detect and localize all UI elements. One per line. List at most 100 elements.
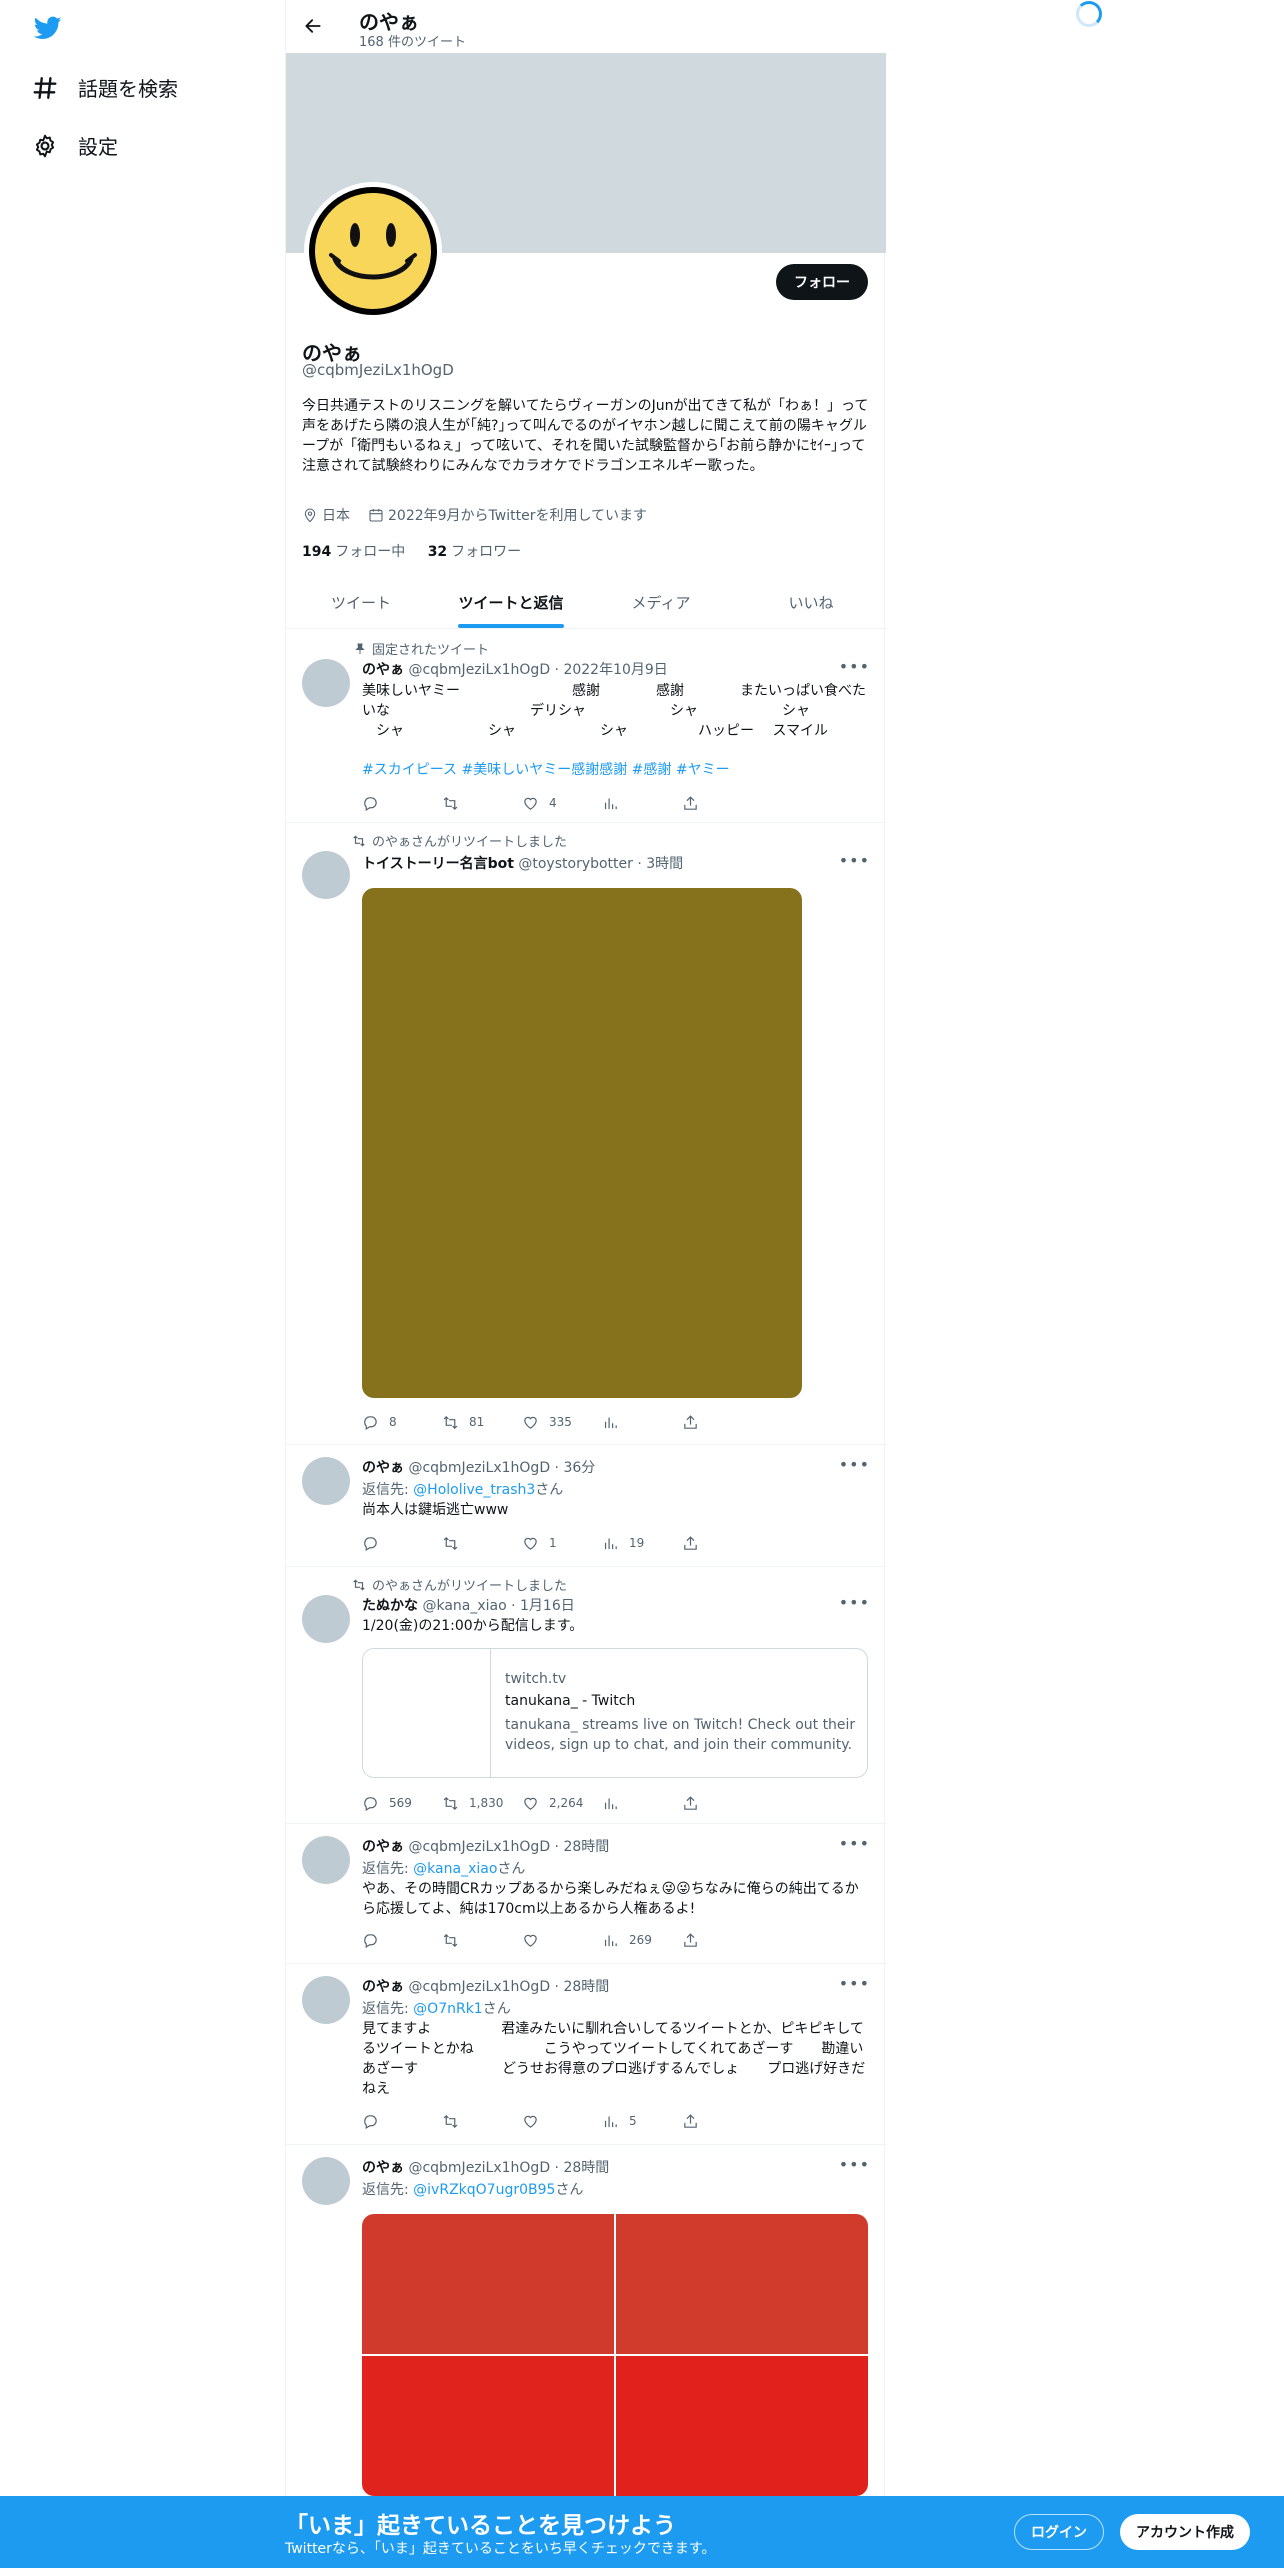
views-button[interactable]: 5 bbox=[602, 2113, 682, 2130]
more-options-icon[interactable]: ••• bbox=[839, 1593, 870, 1612]
twitter-logo-icon[interactable] bbox=[32, 14, 64, 42]
reply-to-link[interactable]: @kana_xiao bbox=[413, 1861, 497, 1877]
reply-button[interactable]: 569 bbox=[362, 1795, 442, 1812]
like-count: 335 bbox=[549, 1415, 572, 1429]
reply-to-link[interactable]: @ivRZkqO7ugr0B95 bbox=[413, 2182, 555, 2198]
like-button[interactable] bbox=[522, 2113, 602, 2130]
tweet-author-name[interactable]: のやぁ bbox=[362, 1460, 404, 1476]
following-link[interactable]: 194 フォロー中 bbox=[302, 544, 405, 560]
more-options-icon[interactable]: ••• bbox=[839, 2155, 870, 2174]
more-options-icon[interactable]: ••• bbox=[839, 657, 870, 676]
tweet[interactable]: のやぁ @cqbmJeziLx1hOgD · 28時間 ••• 返信先: @iv… bbox=[286, 2145, 886, 2505]
like-button[interactable]: 4 bbox=[522, 795, 602, 812]
tweet-count: 168 件のツイート bbox=[359, 35, 466, 50]
like-button[interactable]: 335 bbox=[522, 1414, 602, 1431]
tweet-actions: 569 1,830 2,264 bbox=[362, 1793, 802, 1813]
heart-icon bbox=[524, 2115, 537, 2128]
retweet-button[interactable]: 1,830 bbox=[442, 1795, 522, 1812]
share-icon bbox=[684, 1414, 697, 1429]
reply-prefix: 返信先: bbox=[362, 2182, 414, 2198]
tweet[interactable]: のやぁ @cqbmJeziLx1hOgD · 36分 ••• 返信先: @Hol… bbox=[286, 1445, 886, 1567]
following-label: フォロー中 bbox=[335, 544, 406, 560]
link-card[interactable]: twitch.tv tanukana_ - Twitch tanukana_ s… bbox=[362, 1648, 868, 1778]
tweet-image[interactable] bbox=[616, 2214, 868, 2354]
tab-tweets[interactable]: ツイート bbox=[286, 576, 436, 628]
like-count: 4 bbox=[549, 796, 557, 810]
tab-likes[interactable]: いいね bbox=[736, 576, 886, 628]
tweet-hashtags[interactable]: #スカイピース #美味しいヤミー感謝感謝 #感謝 #ヤミー bbox=[362, 759, 730, 779]
avatar[interactable] bbox=[302, 1457, 350, 1505]
profile-location: 日本 bbox=[322, 508, 350, 524]
tweet-image[interactable] bbox=[616, 2356, 868, 2496]
pin-icon bbox=[355, 643, 365, 654]
avatar[interactable] bbox=[302, 1595, 350, 1643]
tweet[interactable]: のやぁ @cqbmJeziLx1hOgD · 28時間 ••• 返信先: @O7… bbox=[286, 1964, 886, 2145]
reply-button[interactable] bbox=[362, 795, 442, 812]
like-button[interactable] bbox=[522, 1932, 602, 1949]
followers-link[interactable]: 32 フォロワー bbox=[428, 544, 521, 560]
reply-to-line: 返信先: @ivRZkqO7ugr0B95さん bbox=[362, 2179, 583, 2199]
tweet[interactable]: のやぁさんがリツイートしました たぬかな @kana_xiao · 1月16日 … bbox=[286, 1567, 886, 1824]
retweet-button[interactable]: 81 bbox=[442, 1414, 522, 1431]
tweet-author-name[interactable]: たぬかな bbox=[362, 1598, 418, 1614]
login-button[interactable]: ログイン bbox=[1014, 2514, 1104, 2550]
avatar[interactable] bbox=[302, 851, 350, 899]
tweet-text: やあ、その時間CRカップあるから楽しみだねぇ😜😜ちなみに俺らの純出てるから応援し… bbox=[362, 1881, 859, 1917]
share-button[interactable] bbox=[682, 1535, 709, 1552]
avatar[interactable] bbox=[302, 659, 350, 707]
tweet-image[interactable] bbox=[362, 2356, 614, 2496]
retweet-button[interactable] bbox=[442, 2113, 522, 2130]
views-button[interactable] bbox=[602, 795, 682, 812]
more-options-icon[interactable]: ••• bbox=[839, 1455, 870, 1474]
tweet-author-name[interactable]: のやぁ bbox=[362, 1979, 404, 1995]
avatar[interactable] bbox=[302, 2157, 350, 2205]
signup-button[interactable]: アカウント作成 bbox=[1120, 2514, 1250, 2550]
tweet[interactable]: のやぁさんがリツイートしました トイストーリー名言bot @toystorybo… bbox=[286, 823, 886, 1445]
views-button[interactable] bbox=[602, 1795, 682, 1812]
share-button[interactable] bbox=[682, 1414, 709, 1431]
reply-button[interactable]: 8 bbox=[362, 1414, 442, 1431]
tweet-image[interactable] bbox=[362, 888, 802, 1398]
retweet-button[interactable] bbox=[442, 1932, 522, 1949]
follow-button[interactable]: フォロー bbox=[776, 264, 868, 300]
reply-button[interactable] bbox=[362, 1535, 442, 1552]
more-options-icon[interactable]: ••• bbox=[839, 1834, 870, 1853]
tweet-image[interactable] bbox=[362, 2214, 614, 2354]
back-button[interactable] bbox=[298, 11, 328, 41]
tab-tweets-and-replies[interactable]: ツイートと返信 bbox=[436, 576, 586, 628]
reply-to-link[interactable]: @Hololive_trash3 bbox=[413, 1482, 535, 1498]
more-options-icon[interactable]: ••• bbox=[839, 1974, 870, 1993]
profile-avatar[interactable] bbox=[304, 182, 442, 320]
views-button[interactable]: 269 bbox=[602, 1932, 682, 1949]
tweet[interactable]: のやぁ @cqbmJeziLx1hOgD · 28時間 ••• 返信先: @ka… bbox=[286, 1824, 886, 1964]
sidebar-item-explore[interactable]: 話題を検索 bbox=[32, 73, 178, 102]
tweet-context-label: のやぁさんがリツイートしました bbox=[372, 1579, 568, 1594]
share-button[interactable] bbox=[682, 1932, 709, 1949]
tab-media[interactable]: メディア bbox=[586, 576, 736, 628]
reply-to-link[interactable]: @O7nRk1 bbox=[413, 2001, 483, 2017]
sidebar-item-settings[interactable]: 設定 bbox=[32, 131, 118, 160]
views-button[interactable]: 19 bbox=[602, 1535, 682, 1552]
like-button[interactable]: 1 bbox=[522, 1535, 602, 1552]
more-options-icon[interactable]: ••• bbox=[839, 851, 870, 870]
tweet-header: たぬかな @kana_xiao · 1月16日 bbox=[362, 1595, 575, 1615]
share-button[interactable] bbox=[682, 1795, 709, 1812]
retweet-button[interactable] bbox=[442, 795, 522, 812]
reply-button[interactable] bbox=[362, 2113, 442, 2130]
tweet-author-name[interactable]: のやぁ bbox=[362, 662, 404, 678]
avatar[interactable] bbox=[302, 1836, 350, 1884]
share-button[interactable] bbox=[682, 795, 709, 812]
share-icon bbox=[684, 1535, 697, 1550]
link-card-title: tanukana_ - Twitch bbox=[505, 1693, 636, 1709]
tweet-author-meta: @cqbmJeziLx1hOgD · 36分 bbox=[408, 1460, 596, 1476]
share-button[interactable] bbox=[682, 2113, 709, 2130]
tweet[interactable]: 固定されたツイート のやぁ @cqbmJeziLx1hOgD · 2022年10… bbox=[286, 629, 886, 823]
avatar[interactable] bbox=[302, 1976, 350, 2024]
tweet-author-name[interactable]: のやぁ bbox=[362, 1839, 404, 1855]
like-button[interactable]: 2,264 bbox=[522, 1795, 602, 1812]
tweet-author-name[interactable]: のやぁ bbox=[362, 2160, 404, 2176]
retweet-button[interactable] bbox=[442, 1535, 522, 1552]
reply-button[interactable] bbox=[362, 1932, 442, 1949]
views-button[interactable] bbox=[602, 1414, 682, 1431]
tweet-author-name[interactable]: トイストーリー名言bot bbox=[362, 856, 514, 872]
